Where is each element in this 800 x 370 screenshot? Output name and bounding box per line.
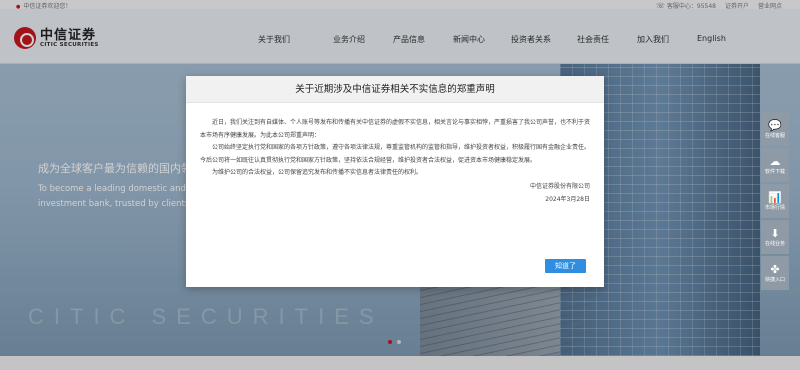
sidetool-label: 在线客服	[764, 133, 785, 139]
sidetool-label: 在线业务	[764, 241, 785, 247]
modal-date: 2024年3月28日	[545, 196, 590, 203]
sidetool-software-download[interactable]: ☁ 软件下载	[761, 148, 789, 182]
cloud-download-icon: ☁	[769, 155, 781, 168]
modal-title: 关于近期涉及中信证券相关不实信息的郑重声明	[186, 76, 604, 103]
share-icon: ✤	[770, 263, 780, 276]
modal-paragraph: 公司始终坚定执行党和国家的各项方针政策，遵守各项法律法规，尊重监管机构的监管和指…	[200, 144, 591, 164]
sidetool-label: 软件下载	[764, 169, 785, 175]
sidetool-label: 快捷入口	[764, 277, 785, 283]
chart-icon: 📊	[768, 191, 782, 204]
modal-paragraph: 为维护公司的合法权益，公司保留追究发布和传播不实信息者法律责任的权利。	[212, 169, 423, 176]
statement-modal: 关于近期涉及中信证券相关不实信息的郑重声明 近日，我们关注到有自媒体、个人账号等…	[186, 76, 604, 287]
modal-company: 中信证券股份有限公司	[529, 182, 590, 190]
sidetool-market[interactable]: 📊 市场行情	[761, 184, 789, 218]
modal-body: 近日，我们关注到有自媒体、个人账号等发布和传播有关中信证券的虚假不实信息，相关言…	[186, 103, 604, 207]
confirm-button[interactable]: 知道了	[545, 259, 586, 273]
sidetool-online-service[interactable]: 💬 在线客服	[761, 112, 789, 146]
sidetool-label: 市场行情	[764, 205, 785, 211]
download-icon: ⬇	[770, 227, 780, 240]
modal-paragraph: 近日，我们关注到有自媒体、个人账号等发布和传播有关中信证券的虚假不实信息，相关言…	[200, 119, 591, 139]
sidetool-online-business[interactable]: ⬇ 在线业务	[761, 220, 789, 254]
side-toolbar: 💬 在线客服 ☁ 软件下载 📊 市场行情 ⬇ 在线业务 ✤ 快捷入口	[761, 112, 789, 290]
chat-icon: 💬	[768, 119, 782, 132]
sidetool-shortcuts[interactable]: ✤ 快捷入口	[761, 256, 789, 290]
